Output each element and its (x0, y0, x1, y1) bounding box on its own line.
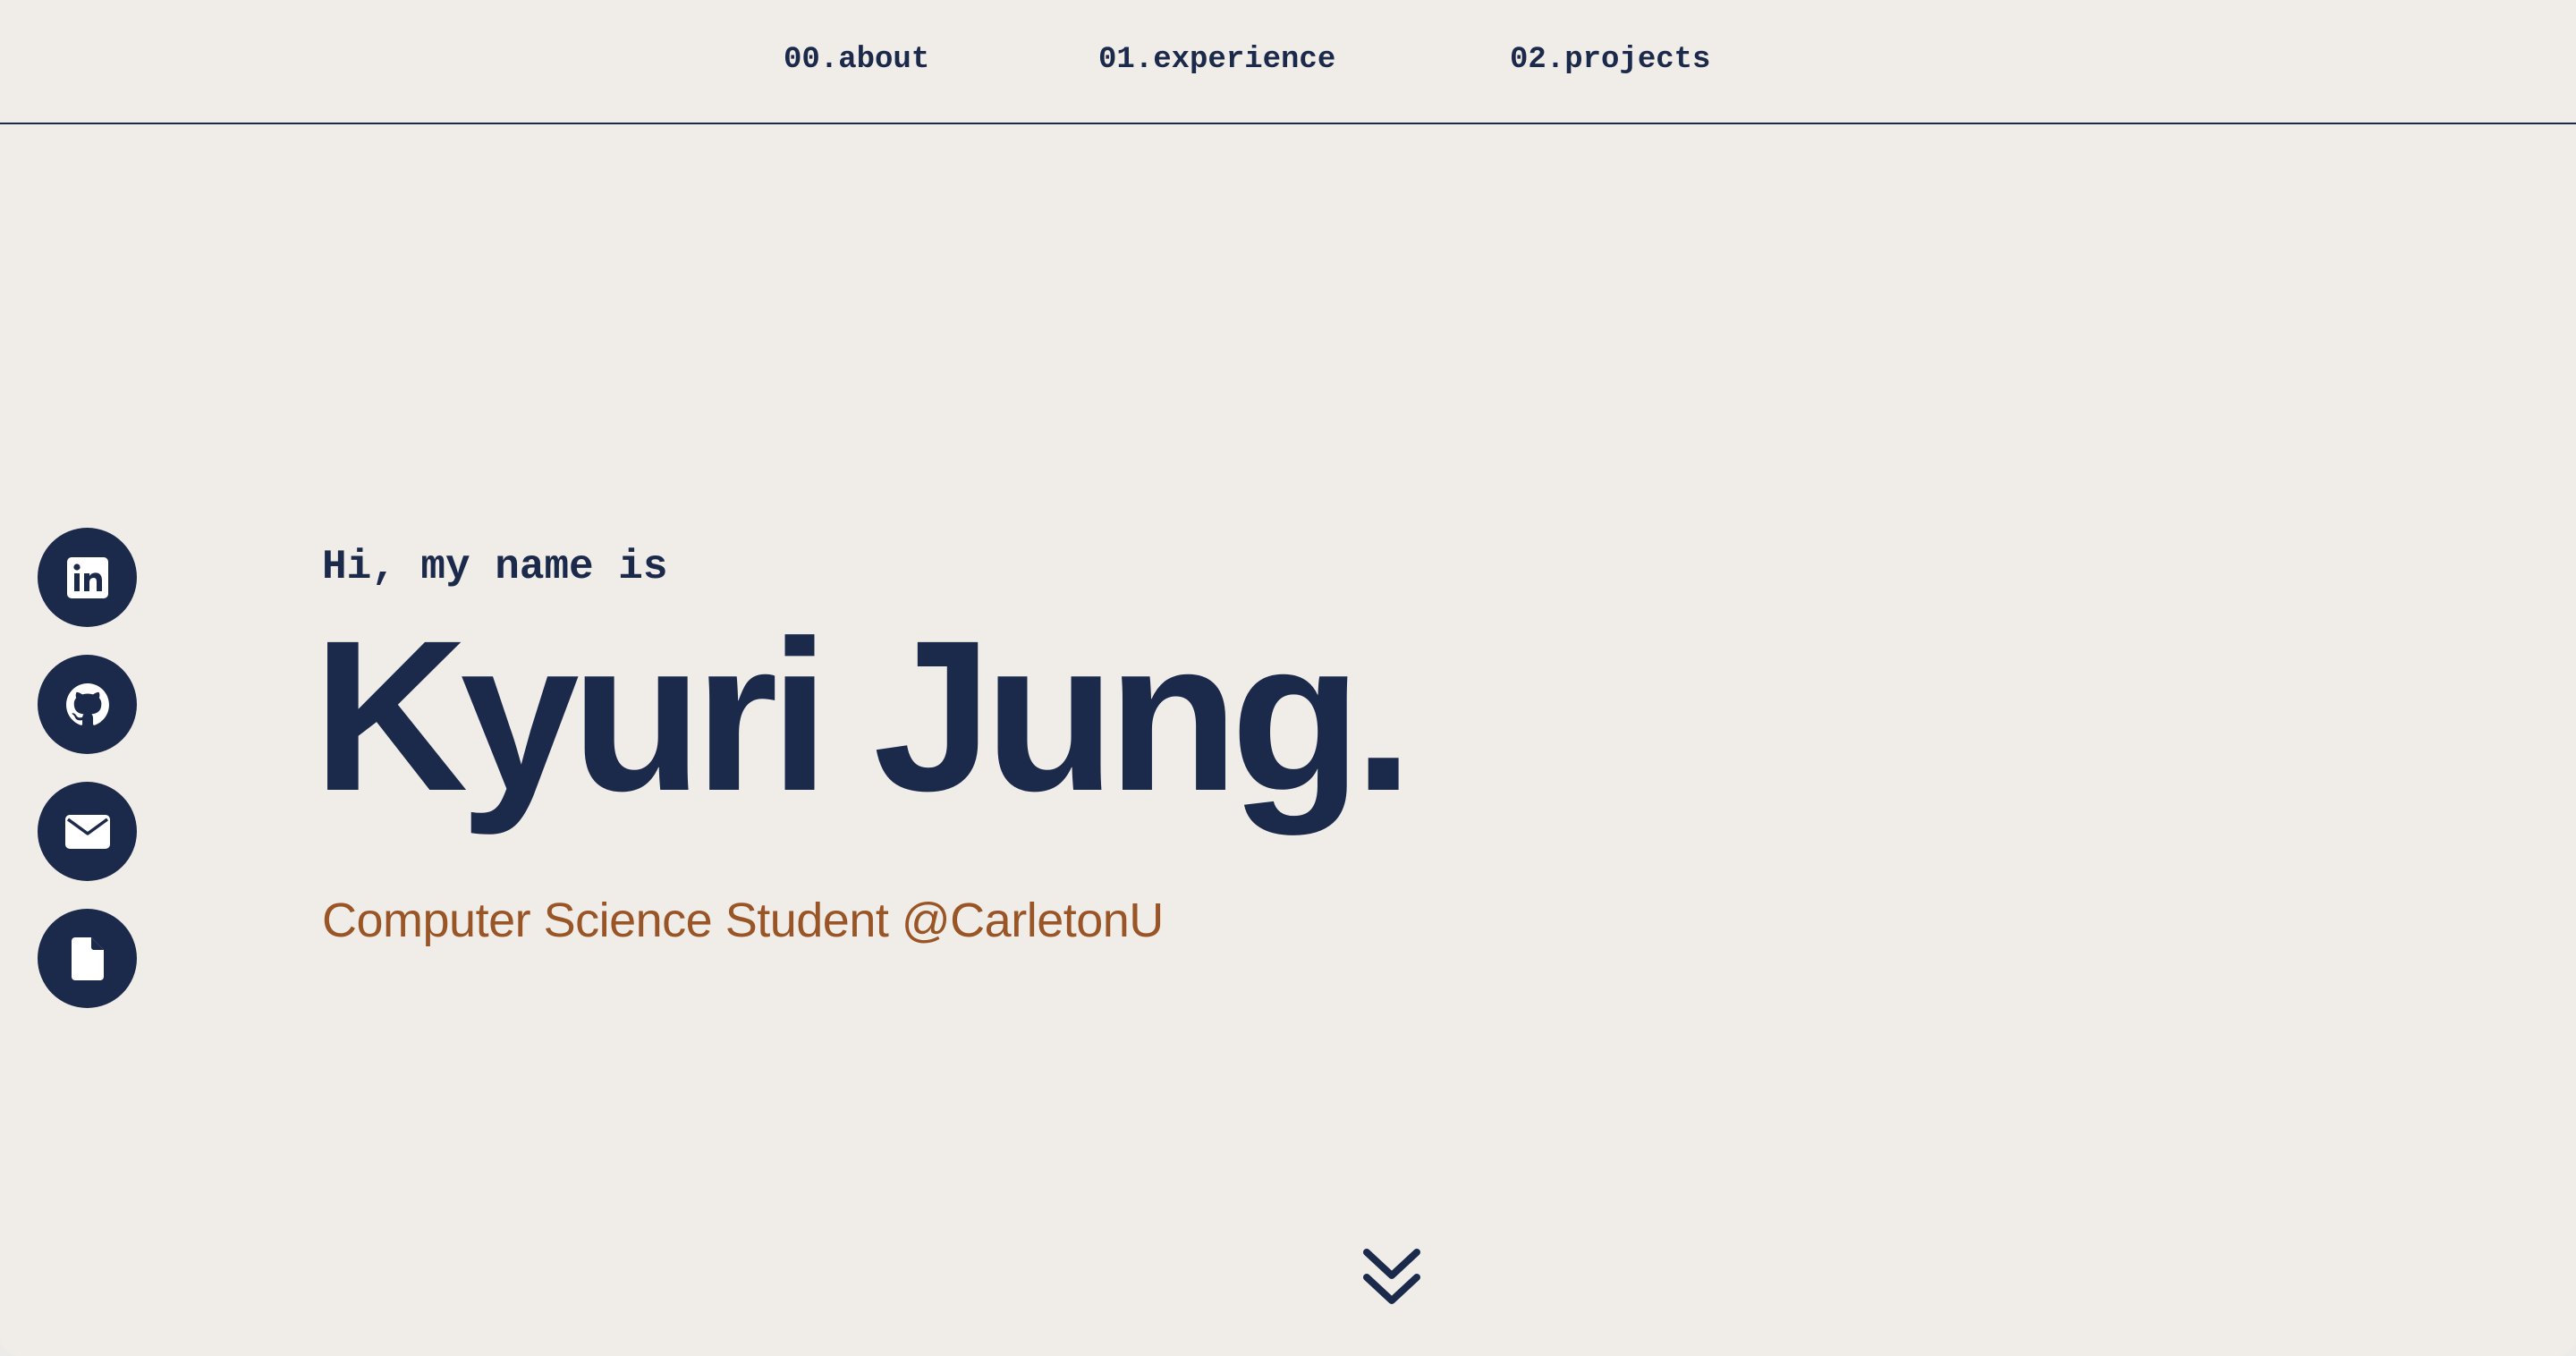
hero-subtitle: Computer Science Student @CarletonU (322, 894, 1164, 947)
email-button[interactable] (38, 782, 137, 881)
top-navigation: 00.about 01.experience 02.projects (0, 0, 2576, 124)
linkedin-button[interactable] (38, 528, 137, 627)
github-icon (65, 682, 109, 725)
resume-button[interactable] (38, 909, 137, 1008)
mail-icon (64, 814, 110, 849)
nav-link-projects[interactable]: 02.projects (1510, 43, 1710, 77)
chevrons-down-icon (1363, 1249, 1420, 1304)
scroll-down-button[interactable] (1358, 1243, 1426, 1311)
linkedin-icon (66, 556, 108, 598)
social-links (38, 528, 137, 1036)
file-icon (71, 936, 104, 980)
hero-greeting: Hi, my name is (322, 544, 668, 590)
page: 00.about 01.experience 02.projects Hi, m… (0, 0, 2576, 1356)
github-button[interactable] (38, 655, 137, 754)
nav-link-experience[interactable]: 01.experience (1098, 43, 1335, 77)
hero-name: Kyuri Jung. (313, 596, 1413, 835)
nav-link-about[interactable]: 00.about (784, 43, 929, 77)
